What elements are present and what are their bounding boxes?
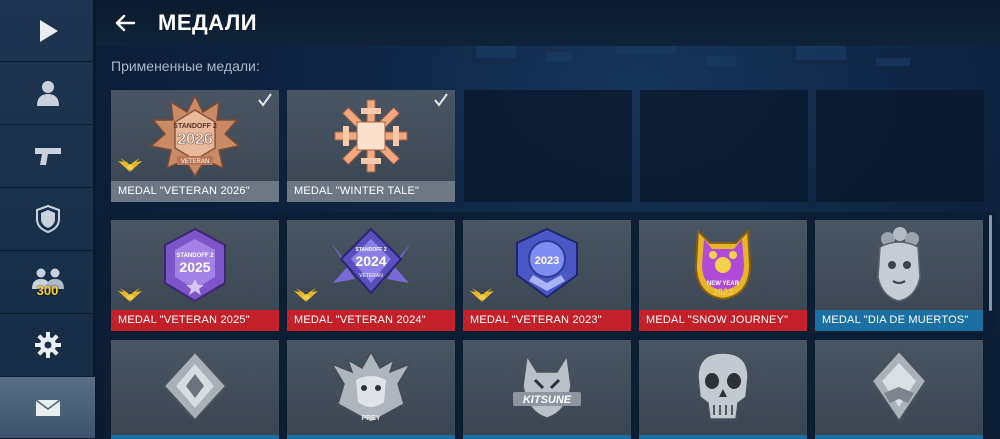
- nav-profile[interactable]: [0, 62, 95, 125]
- medal-label: MEDAL "VETERAN 2023": [463, 310, 631, 331]
- medal-card[interactable]: PREY: [287, 340, 455, 439]
- gold-wings-icon: [470, 288, 494, 302]
- veteran-2025-medal-icon: STANDOFF 2 2025: [164, 227, 226, 303]
- medal-label: MEDAL "VETERAN 2025": [111, 310, 279, 331]
- nav-weapons[interactable]: [0, 125, 95, 188]
- card-bottom-strip: [815, 435, 983, 439]
- svg-text:2023: 2023: [713, 287, 733, 297]
- medal-card[interactable]: 2023 MEDAL "VETERAN 2023": [463, 220, 631, 331]
- profile-icon: [36, 81, 59, 106]
- main-area: МЕДАЛИ Примененные медали: STANDOFF 2 20…: [96, 0, 1000, 439]
- medal-card[interactable]: STANDOFF 2 2024 VETERAN MEDAL "VETERAN 2…: [287, 220, 455, 331]
- applied-medals-label: Примененные медали:: [111, 58, 260, 74]
- svg-text:2023: 2023: [535, 255, 559, 267]
- medal-card[interactable]: [815, 340, 983, 439]
- card-bottom-strip: [111, 435, 279, 439]
- header-bar: МЕДАЛИ: [96, 0, 1000, 46]
- medal-card[interactable]: [639, 340, 807, 439]
- kitsune-medal-icon: KITSUNE: [513, 353, 581, 419]
- nav-settings[interactable]: [0, 314, 95, 377]
- medal-card[interactable]: [111, 340, 279, 439]
- nav-mail[interactable]: [0, 377, 95, 439]
- tiger-medal-icon: PREY: [330, 350, 412, 423]
- silver-crest-medal-icon: [870, 349, 928, 423]
- veteran-2024-medal-icon: STANDOFF 2 2024 VETERAN: [331, 227, 411, 295]
- shield-icon: [35, 204, 60, 234]
- friends-count-badge: 300: [36, 282, 59, 298]
- medal-card[interactable]: STANDOFF 2 2025 MEDAL "VETERAN 2025": [111, 220, 279, 331]
- veteran-2026-medal-icon: STANDOFF 2 2026 VETERAN: [149, 93, 241, 177]
- nav-friends[interactable]: 300: [0, 251, 95, 314]
- nav-play[interactable]: [0, 0, 95, 62]
- dia-de-muertos-medal-icon: [877, 227, 921, 302]
- medal-label: MEDAL "VETERAN 2026": [111, 181, 279, 202]
- empty-medal-slot[interactable]: [464, 90, 632, 202]
- empty-medal-slot[interactable]: [816, 90, 984, 202]
- card-bottom-strip: [463, 435, 631, 439]
- snowflake-medal-icon: [334, 99, 408, 172]
- svg-text:VETERAN: VETERAN: [181, 159, 209, 165]
- check-icon: [258, 93, 272, 107]
- medal-label: MEDAL "DIA DE MUERTOS": [815, 310, 983, 331]
- gear-icon: [34, 332, 61, 358]
- sidebar: 300: [0, 0, 95, 439]
- svg-text:2024: 2024: [355, 253, 386, 269]
- mail-icon: [35, 398, 60, 416]
- medal-label: MEDAL "SNOW JOURNEY": [639, 310, 807, 331]
- medal-card[interactable]: NEW YEAR 2023 MEDAL "SNOW JOURNEY": [639, 220, 807, 331]
- page-title: МЕДАЛИ: [158, 10, 258, 35]
- svg-text:KITSUNE: KITSUNE: [523, 394, 572, 406]
- veteran-2023-medal-icon: 2023: [516, 227, 578, 299]
- medal-label: MEDAL "VETERAN 2024": [287, 310, 455, 331]
- play-icon: [39, 19, 58, 42]
- medal-label: MEDAL "WINTER TALE": [287, 181, 455, 202]
- snow-journey-medal-icon: NEW YEAR 2023: [694, 228, 752, 301]
- svg-text:PREY: PREY: [361, 415, 380, 422]
- applied-medal-card[interactable]: MEDAL "WINTER TALE": [287, 90, 455, 202]
- medal-card[interactable]: MEDAL "DIA DE MUERTOS": [815, 220, 983, 331]
- nav-clan[interactable]: [0, 188, 95, 251]
- check-icon: [434, 93, 448, 107]
- skull-medal-icon: [697, 352, 749, 420]
- gold-wings-icon: [118, 158, 142, 172]
- silver-diamond-medal-icon: [162, 350, 228, 422]
- pistol-icon: [34, 148, 61, 165]
- gold-wings-icon: [118, 288, 142, 302]
- svg-text:2026: 2026: [177, 131, 213, 148]
- svg-text:2025: 2025: [179, 259, 210, 275]
- svg-text:STANDOFF 2: STANDOFF 2: [173, 123, 217, 130]
- gold-wings-icon: [294, 288, 318, 302]
- card-bottom-strip: [287, 435, 455, 439]
- back-arrow-icon[interactable]: [114, 12, 136, 34]
- medal-card[interactable]: KITSUNE: [463, 340, 631, 439]
- applied-medal-card[interactable]: STANDOFF 2 2026 VETERAN MEDAL "VETERAN 2…: [111, 90, 279, 202]
- svg-text:VETERAN: VETERAN: [359, 273, 383, 279]
- empty-medal-slot[interactable]: [640, 90, 808, 202]
- inventory-scrollbar[interactable]: [989, 215, 992, 311]
- card-bottom-strip: [639, 435, 807, 439]
